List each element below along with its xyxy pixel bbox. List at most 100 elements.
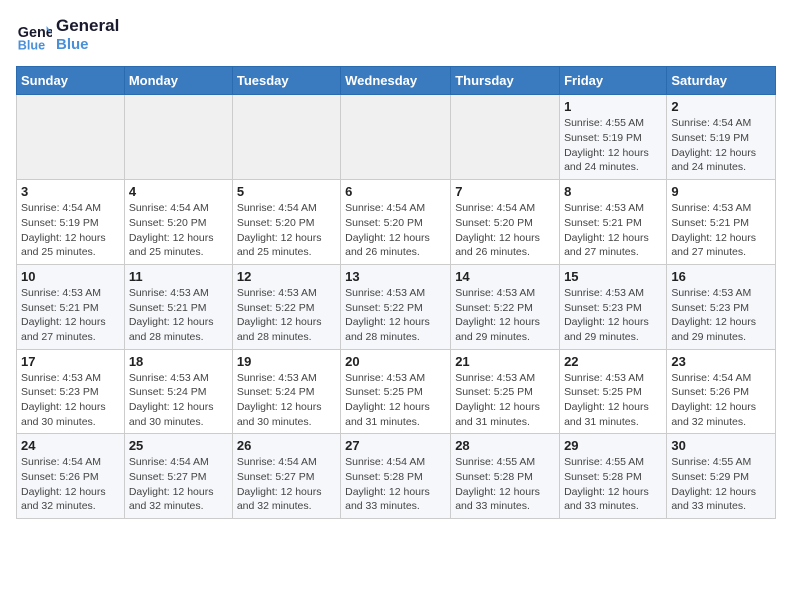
calendar-week-row: 3Sunrise: 4:54 AM Sunset: 5:19 PM Daylig… bbox=[17, 180, 776, 265]
calendar-cell: 29 Sunrise: 4:55 AM Sunset: 5:28 PM Dayli… bbox=[560, 434, 667, 519]
day-number: 7 bbox=[455, 184, 555, 199]
calendar-cell: 13 Sunrise: 4:53 AM Sunset: 5:22 PM Dayli… bbox=[341, 264, 451, 349]
day-number: 24 bbox=[21, 438, 120, 453]
day-number: 21 bbox=[455, 354, 555, 369]
calendar-cell bbox=[232, 95, 340, 180]
day-number: 13 bbox=[345, 269, 446, 284]
day-info: Sunrise: 4:54 AM Sunset: 5:27 PM Dayligh… bbox=[237, 455, 336, 514]
day-info: Sunrise: 4:55 AM Sunset: 5:28 PM Dayligh… bbox=[564, 455, 662, 514]
day-number: 27 bbox=[345, 438, 446, 453]
day-number: 6 bbox=[345, 184, 446, 199]
day-number: 18 bbox=[129, 354, 228, 369]
calendar-week-row: 24 Sunrise: 4:54 AM Sunset: 5:26 PM Dayli… bbox=[17, 434, 776, 519]
day-info: Sunrise: 4:54 AM Sunset: 5:20 PM Dayligh… bbox=[237, 201, 336, 260]
calendar-cell: 26Sunrise: 4:54 AM Sunset: 5:27 PM Dayli… bbox=[232, 434, 340, 519]
calendar-cell: 15 Sunrise: 4:53 AM Sunset: 5:23 PM Dayli… bbox=[560, 264, 667, 349]
day-info: Sunrise: 4:54 AM Sunset: 5:27 PM Dayligh… bbox=[129, 455, 228, 514]
day-info: Sunrise: 4:55 AM Sunset: 5:29 PM Dayligh… bbox=[671, 455, 771, 514]
calendar-cell: 7 Sunrise: 4:54 AM Sunset: 5:20 PM Daylig… bbox=[451, 180, 560, 265]
calendar-cell: 28Sunrise: 4:55 AM Sunset: 5:28 PM Dayli… bbox=[451, 434, 560, 519]
day-number: 5 bbox=[237, 184, 336, 199]
day-info: Sunrise: 4:53 AM Sunset: 5:21 PM Dayligh… bbox=[21, 286, 120, 345]
calendar-cell: 22Sunrise: 4:53 AM Sunset: 5:25 PM Dayli… bbox=[560, 349, 667, 434]
day-info: Sunrise: 4:53 AM Sunset: 5:25 PM Dayligh… bbox=[455, 371, 555, 430]
calendar-cell: 10 Sunrise: 4:53 AM Sunset: 5:21 PM Dayli… bbox=[17, 264, 125, 349]
calendar-table: SundayMondayTuesdayWednesdayThursdayFrid… bbox=[16, 66, 776, 519]
calendar-cell: 5 Sunrise: 4:54 AM Sunset: 5:20 PM Daylig… bbox=[232, 180, 340, 265]
day-number: 19 bbox=[237, 354, 336, 369]
calendar-cell: 11 Sunrise: 4:53 AM Sunset: 5:21 PM Dayli… bbox=[124, 264, 232, 349]
day-number: 1 bbox=[564, 99, 662, 114]
calendar-cell: 30 Sunrise: 4:55 AM Sunset: 5:29 PM Dayli… bbox=[667, 434, 776, 519]
calendar-cell: 20 Sunrise: 4:53 AM Sunset: 5:25 PM Dayli… bbox=[341, 349, 451, 434]
day-info: Sunrise: 4:53 AM Sunset: 5:25 PM Dayligh… bbox=[345, 371, 446, 430]
day-info: Sunrise: 4:54 AM Sunset: 5:19 PM Dayligh… bbox=[671, 116, 771, 175]
calendar-cell bbox=[341, 95, 451, 180]
calendar-cell bbox=[451, 95, 560, 180]
logo: General Blue General Blue bbox=[16, 16, 119, 54]
calendar-cell: 17 Sunrise: 4:53 AM Sunset: 5:23 PM Dayli… bbox=[17, 349, 125, 434]
col-header-thursday: Thursday bbox=[451, 67, 560, 95]
day-number: 11 bbox=[129, 269, 228, 284]
day-info: Sunrise: 4:53 AM Sunset: 5:22 PM Dayligh… bbox=[345, 286, 446, 345]
page-header: General Blue General Blue bbox=[16, 16, 776, 54]
day-info: Sunrise: 4:53 AM Sunset: 5:24 PM Dayligh… bbox=[129, 371, 228, 430]
calendar-cell: 3Sunrise: 4:54 AM Sunset: 5:19 PM Daylig… bbox=[17, 180, 125, 265]
calendar-cell: 18 Sunrise: 4:53 AM Sunset: 5:24 PM Dayli… bbox=[124, 349, 232, 434]
calendar-cell: 24 Sunrise: 4:54 AM Sunset: 5:26 PM Dayli… bbox=[17, 434, 125, 519]
calendar-cell bbox=[17, 95, 125, 180]
svg-text:Blue: Blue bbox=[18, 39, 45, 53]
calendar-cell: 25 Sunrise: 4:54 AM Sunset: 5:27 PM Dayli… bbox=[124, 434, 232, 519]
day-number: 16 bbox=[671, 269, 771, 284]
calendar-cell: 2 Sunrise: 4:54 AM Sunset: 5:19 PM Daylig… bbox=[667, 95, 776, 180]
day-info: Sunrise: 4:54 AM Sunset: 5:26 PM Dayligh… bbox=[671, 371, 771, 430]
calendar-cell: 8 Sunrise: 4:53 AM Sunset: 5:21 PM Daylig… bbox=[560, 180, 667, 265]
day-info: Sunrise: 4:54 AM Sunset: 5:26 PM Dayligh… bbox=[21, 455, 120, 514]
day-number: 2 bbox=[671, 99, 771, 114]
logo-icon: General Blue bbox=[16, 17, 52, 53]
calendar-cell: 21 Sunrise: 4:53 AM Sunset: 5:25 PM Dayli… bbox=[451, 349, 560, 434]
calendar-cell: 12Sunrise: 4:53 AM Sunset: 5:22 PM Dayli… bbox=[232, 264, 340, 349]
calendar-week-row: 1 Sunrise: 4:55 AM Sunset: 5:19 PM Daylig… bbox=[17, 95, 776, 180]
calendar-cell: 23Sunrise: 4:54 AM Sunset: 5:26 PM Dayli… bbox=[667, 349, 776, 434]
day-info: Sunrise: 4:54 AM Sunset: 5:20 PM Dayligh… bbox=[455, 201, 555, 260]
col-header-wednesday: Wednesday bbox=[341, 67, 451, 95]
day-info: Sunrise: 4:53 AM Sunset: 5:25 PM Dayligh… bbox=[564, 371, 662, 430]
day-number: 30 bbox=[671, 438, 771, 453]
day-info: Sunrise: 4:54 AM Sunset: 5:20 PM Dayligh… bbox=[129, 201, 228, 260]
day-info: Sunrise: 4:53 AM Sunset: 5:22 PM Dayligh… bbox=[237, 286, 336, 345]
col-header-tuesday: Tuesday bbox=[232, 67, 340, 95]
day-info: Sunrise: 4:53 AM Sunset: 5:24 PM Dayligh… bbox=[237, 371, 336, 430]
day-info: Sunrise: 4:55 AM Sunset: 5:19 PM Dayligh… bbox=[564, 116, 662, 175]
day-info: Sunrise: 4:53 AM Sunset: 5:23 PM Dayligh… bbox=[21, 371, 120, 430]
day-info: Sunrise: 4:53 AM Sunset: 5:21 PM Dayligh… bbox=[564, 201, 662, 260]
calendar-cell: 6 Sunrise: 4:54 AM Sunset: 5:20 PM Daylig… bbox=[341, 180, 451, 265]
calendar-cell: 19 Sunrise: 4:53 AM Sunset: 5:24 PM Dayli… bbox=[232, 349, 340, 434]
day-number: 20 bbox=[345, 354, 446, 369]
day-number: 4 bbox=[129, 184, 228, 199]
col-header-saturday: Saturday bbox=[667, 67, 776, 95]
calendar-cell: 1 Sunrise: 4:55 AM Sunset: 5:19 PM Daylig… bbox=[560, 95, 667, 180]
day-number: 17 bbox=[21, 354, 120, 369]
calendar-week-row: 17 Sunrise: 4:53 AM Sunset: 5:23 PM Dayli… bbox=[17, 349, 776, 434]
calendar-cell: 27 Sunrise: 4:54 AM Sunset: 5:28 PM Dayli… bbox=[341, 434, 451, 519]
day-number: 9 bbox=[671, 184, 771, 199]
day-info: Sunrise: 4:53 AM Sunset: 5:21 PM Dayligh… bbox=[671, 201, 771, 260]
day-number: 28 bbox=[455, 438, 555, 453]
day-number: 3 bbox=[21, 184, 120, 199]
day-number: 8 bbox=[564, 184, 662, 199]
col-header-friday: Friday bbox=[560, 67, 667, 95]
day-number: 15 bbox=[564, 269, 662, 284]
calendar-header-row: SundayMondayTuesdayWednesdayThursdayFrid… bbox=[17, 67, 776, 95]
calendar-cell: 14Sunrise: 4:53 AM Sunset: 5:22 PM Dayli… bbox=[451, 264, 560, 349]
logo-line2: Blue bbox=[56, 36, 119, 54]
day-info: Sunrise: 4:53 AM Sunset: 5:23 PM Dayligh… bbox=[564, 286, 662, 345]
day-info: Sunrise: 4:54 AM Sunset: 5:28 PM Dayligh… bbox=[345, 455, 446, 514]
day-info: Sunrise: 4:53 AM Sunset: 5:21 PM Dayligh… bbox=[129, 286, 228, 345]
calendar-cell bbox=[124, 95, 232, 180]
calendar-week-row: 10 Sunrise: 4:53 AM Sunset: 5:21 PM Dayli… bbox=[17, 264, 776, 349]
day-number: 29 bbox=[564, 438, 662, 453]
day-number: 25 bbox=[129, 438, 228, 453]
day-number: 10 bbox=[21, 269, 120, 284]
day-info: Sunrise: 4:54 AM Sunset: 5:20 PM Dayligh… bbox=[345, 201, 446, 260]
